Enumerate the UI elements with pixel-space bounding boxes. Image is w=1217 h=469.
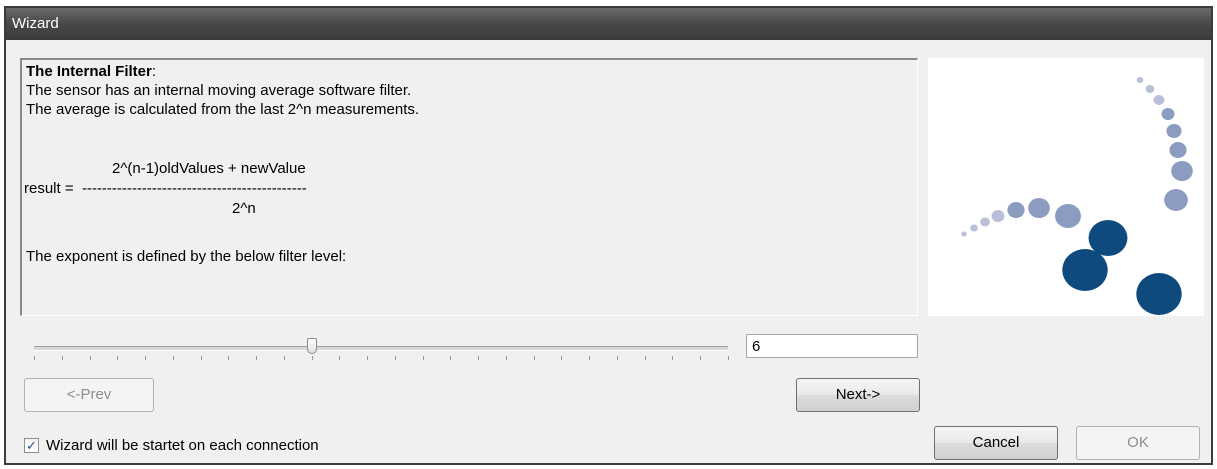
prev-button[interactable]: <-Prev — [24, 378, 154, 412]
slider-tick — [561, 356, 562, 360]
slider-tick — [617, 356, 618, 360]
logo-dot — [1145, 85, 1155, 93]
logo-dot — [1007, 202, 1025, 218]
slider-tick — [672, 356, 673, 360]
slider-track[interactable] — [34, 346, 728, 351]
logo-dot — [1055, 204, 1081, 228]
slider-tick — [534, 356, 535, 360]
description-heading: The Internal Filter — [26, 63, 152, 80]
slider-tick — [728, 356, 729, 360]
slider-tick — [367, 356, 368, 360]
wizard-window: Wizard The Internal Filter: The sensor h… — [4, 6, 1213, 465]
formula-denominator: 2^n — [232, 200, 256, 217]
formula-numerator: 2^(n-1)oldValues + newValue — [112, 160, 306, 177]
slider-thumb[interactable] — [307, 338, 317, 354]
description-heading-line: The Internal Filter: — [26, 63, 156, 80]
slider-tick — [423, 356, 424, 360]
description-line-2: The average is calculated from the last … — [26, 101, 420, 118]
slider-tick — [395, 356, 396, 360]
wizard-client-area: The Internal Filter: The sensor has an i… — [12, 42, 1205, 460]
slider-tick — [62, 356, 63, 360]
logo-dot — [1088, 220, 1128, 256]
company-logo — [928, 58, 1204, 316]
wizard-startup-label[interactable]: Wizard will be startet on each connectio… — [46, 437, 319, 454]
slider-tick — [145, 356, 146, 360]
slider-tick — [90, 356, 91, 360]
logo-dot — [980, 217, 990, 227]
description-heading-suffix: : — [151, 63, 157, 80]
slider-tick — [173, 356, 174, 360]
slider-tick — [506, 356, 507, 360]
logo-dot — [1169, 142, 1187, 158]
logo-dot — [1028, 198, 1050, 218]
slider-tick — [201, 356, 202, 360]
slider-tick — [339, 356, 340, 360]
logo-dot — [1164, 189, 1188, 211]
logo-dot — [1161, 108, 1175, 120]
slider-tick — [284, 356, 285, 360]
logo-dot — [1153, 95, 1165, 105]
wizard-startup-checkbox[interactable]: ✓ — [24, 438, 39, 453]
window-title: Wizard — [12, 15, 59, 32]
filter-level-input[interactable]: 6 — [746, 334, 918, 358]
slider-tick — [450, 356, 451, 360]
logo-dot — [1171, 161, 1193, 181]
next-button[interactable]: Next-> — [796, 378, 920, 412]
formula-result-line: result = -------------------------------… — [24, 180, 307, 197]
logo-dot — [1136, 77, 1144, 83]
slider-tick — [228, 356, 229, 360]
logo-dot — [1136, 273, 1182, 315]
description-line-3: The exponent is defined by the below fil… — [26, 248, 347, 265]
slider-tick — [256, 356, 257, 360]
slider-tick — [700, 356, 701, 360]
slider-tick — [312, 356, 313, 360]
description-line-1: The sensor has an internal moving averag… — [26, 82, 412, 99]
logo-dot — [970, 224, 978, 232]
slider-tick — [34, 356, 35, 360]
logo-dot — [1166, 124, 1182, 138]
logo-dot — [1062, 249, 1108, 291]
ok-button[interactable]: OK — [1076, 426, 1200, 460]
logo-dot — [991, 210, 1005, 222]
slider-tick — [589, 356, 590, 360]
slider-tick — [645, 356, 646, 360]
slider-tick — [117, 356, 118, 360]
cancel-button[interactable]: Cancel — [934, 426, 1058, 460]
description-panel: The Internal Filter: The sensor has an i… — [20, 58, 918, 316]
title-bar[interactable]: Wizard — [6, 8, 1211, 40]
logo-dots-icon — [961, 77, 1193, 315]
filter-level-slider[interactable] — [34, 338, 734, 362]
logo-dot — [961, 231, 967, 237]
slider-tick — [478, 356, 479, 360]
